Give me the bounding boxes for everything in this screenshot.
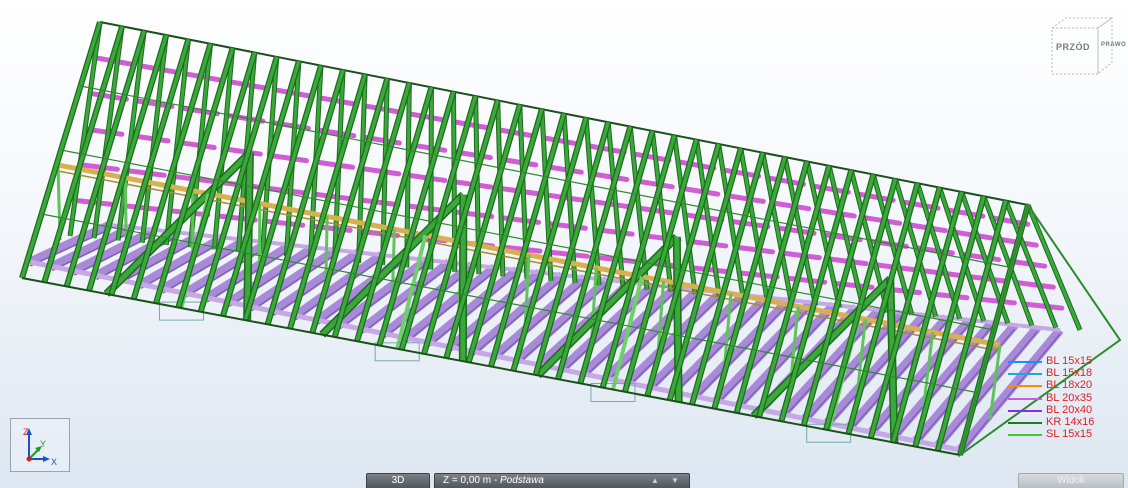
purlin [1013,279,1056,290]
legend-label: BL 20x40 [1046,403,1093,416]
purlin [769,200,812,212]
legend-item: BL 20x35 [1008,392,1118,404]
axis-triad-icon: Z Y X [23,427,57,467]
view-status-bar: 3D Z = 0,00 m - Podstawa ▲ ▼ Widok [0,472,1128,488]
legend-item: BL 15x18 [1008,367,1118,379]
legend-label: BL 15x15 [1046,355,1093,367]
purlin [496,127,537,139]
level-label: Z = 0,00 m - Podstawa [443,474,544,488]
tab-view-options[interactable]: Widok [1018,473,1124,488]
cube-face-right[interactable]: PRAWO [1101,42,1126,48]
axis-triad: Z Y X [10,418,70,472]
axis-z-label: Z [23,427,29,437]
legend-item: BL 20x40 [1008,404,1118,416]
purlin [732,244,776,255]
legend-label: BL 18x20 [1046,379,1093,392]
legend-item: SL 15x15 [1008,428,1118,440]
rafter-back [1026,204,1082,331]
purlin [1021,301,1065,311]
purlin [358,197,401,208]
purlin [540,135,582,147]
purlin [220,146,263,157]
legend-label: BL 20x35 [1046,391,1093,404]
view-cube[interactable]: PRZÓD PRAWO [1046,14,1126,78]
tab-3d-view[interactable]: 3D [366,473,430,488]
purlin [313,159,356,170]
purlin [724,193,766,204]
purlin [633,178,675,190]
tab-level-selector[interactable]: Z = 0,00 m - Podstawa ▲ ▼ [434,473,690,488]
viewport-3d[interactable]: PRZÓD PRAWO BL 15x15 BL 15x18 BL 18x20 BL 2… [0,0,1128,488]
purlin [678,185,721,197]
purlin [636,205,679,216]
legend-label: SL 15x15 [1046,428,1093,441]
axis-x-label: X [51,457,57,467]
purlin [728,218,771,230]
purlin [311,191,354,202]
roof-structure-model [19,21,1122,458]
level-prefix: Z = 0,00 m - [443,475,500,486]
section-legend: BL 15x15 BL 15x18 BL 18x20 BL 20x35 BL 20x40… [1008,355,1118,440]
legend-line-swatch [1008,361,1042,363]
purlin [630,151,672,163]
legend-item: KR 14x16 [1008,416,1118,428]
purlin [119,203,163,213]
legend-item: BL 18x20 [1008,379,1118,391]
purlin [267,152,309,164]
purlin [720,167,762,179]
legend-line-swatch [1008,421,1042,424]
purlin [585,143,627,155]
level-up-arrow-icon[interactable]: ▲ [651,474,659,488]
axis-y-label: Y [40,439,46,449]
purlin [675,159,717,171]
purlin [736,270,780,280]
legend-line-swatch [1008,397,1042,400]
purlin [973,296,1017,306]
legend-line-swatch [1008,409,1042,412]
level-name: Podstawa [499,475,544,486]
purlin [451,119,493,131]
legend-label: BL 15x18 [1046,367,1093,380]
legend-line-swatch [1008,434,1042,437]
purlin [682,212,725,223]
purlin [406,111,448,123]
legend-label: KR 14x16 [1046,415,1095,428]
level-down-arrow-icon[interactable]: ▼ [671,474,679,488]
legend-line-swatch [1008,373,1042,376]
legend-line-swatch [1008,385,1042,388]
legend-item: BL 15x15 [1008,355,1118,367]
cube-face-front[interactable]: PRZÓD [1056,42,1090,52]
purlin [689,265,733,275]
